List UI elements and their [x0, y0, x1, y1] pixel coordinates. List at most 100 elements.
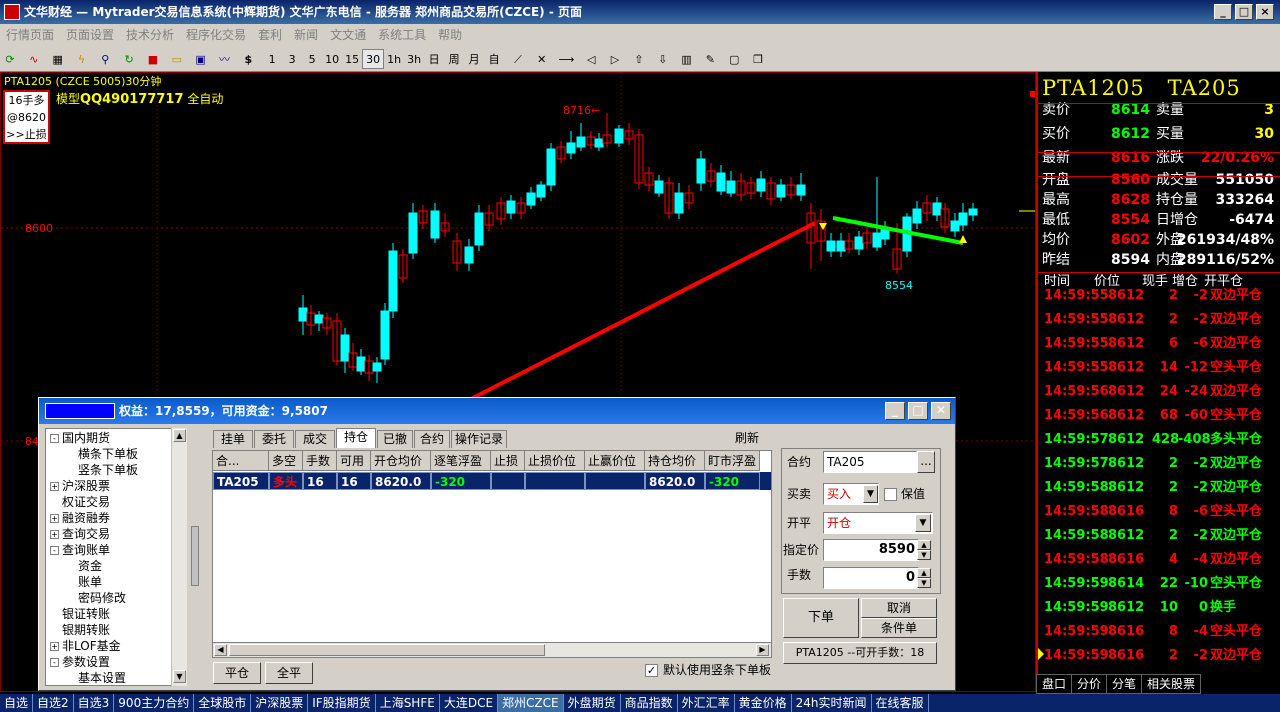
- tab-4[interactable]: 已撤: [377, 430, 413, 448]
- column-header[interactable]: 合...: [213, 451, 269, 471]
- column-header[interactable]: 逐笔浮盈: [431, 451, 491, 471]
- column-header[interactable]: 持仓均价: [645, 451, 705, 471]
- tree-node[interactable]: + 融资融券: [50, 510, 110, 526]
- column-header[interactable]: 止赢价位: [585, 451, 645, 471]
- contract-browse-button[interactable]: ...: [917, 451, 935, 473]
- hscroll-thumb[interactable]: [229, 644, 545, 656]
- price-down-icon[interactable]: ▼: [917, 550, 931, 560]
- grid-icon[interactable]: ▦: [48, 50, 68, 70]
- column-header[interactable]: 止损价位: [525, 451, 585, 471]
- market-tab-13[interactable]: 黄金价格: [735, 694, 792, 712]
- cancel-order-button[interactable]: 取消: [861, 598, 937, 618]
- tree-node[interactable]: 竖条下单板: [78, 462, 138, 478]
- market-tab-10[interactable]: 外盘期货: [564, 694, 621, 712]
- tree-node[interactable]: + 查询交易: [50, 526, 110, 542]
- bolt-icon[interactable]: ϟ: [71, 50, 91, 70]
- period-button-4[interactable]: 15: [342, 50, 362, 70]
- tree-node[interactable]: 资金: [78, 558, 102, 574]
- menu-item-5[interactable]: 新闻: [288, 24, 324, 46]
- expand-icon[interactable]: +: [50, 482, 59, 491]
- position-box[interactable]: 16手多 @8620 >>止损: [3, 90, 50, 144]
- menu-item-2[interactable]: 技术分析: [120, 24, 180, 46]
- default-vertical-checkbox[interactable]: ✓: [645, 664, 658, 677]
- market-tab-9[interactable]: 郑州CZCE: [498, 694, 564, 712]
- up-tool-icon[interactable]: ⇧: [629, 50, 649, 70]
- qty-down-icon[interactable]: ▼: [917, 578, 931, 588]
- save-icon[interactable]: ▣: [191, 50, 211, 70]
- period-button-8[interactable]: 日: [424, 50, 444, 70]
- expand-icon[interactable]: +: [50, 642, 59, 651]
- market-tab-4[interactable]: 全球股市: [194, 694, 252, 712]
- cross-tool-icon[interactable]: ✕: [532, 50, 552, 70]
- tree-node[interactable]: + 沪深股票: [50, 478, 110, 494]
- table-hscrollbar[interactable]: ◀ ▶: [212, 642, 772, 658]
- zoom-icon[interactable]: ⚲: [95, 50, 115, 70]
- menu-item-0[interactable]: 行情页面: [0, 24, 60, 46]
- draw-tool-icon[interactable]: ⟋: [508, 50, 528, 70]
- windows-icon[interactable]: ❐: [748, 50, 768, 70]
- down-tool-icon[interactable]: ⇩: [653, 50, 673, 70]
- cycle-icon[interactable]: ↻: [119, 50, 139, 70]
- collapse-icon[interactable]: -: [50, 546, 59, 555]
- close-button[interactable]: ×: [1256, 4, 1274, 20]
- column-header[interactable]: 开仓均价: [371, 451, 431, 471]
- period-button-1[interactable]: 3: [282, 50, 302, 70]
- tab-6[interactable]: 操作记录: [451, 430, 507, 448]
- period-button-2[interactable]: 5: [302, 50, 322, 70]
- tree-node[interactable]: - 参数设置: [50, 654, 110, 670]
- scroll-left-icon[interactable]: ◀: [214, 644, 227, 656]
- column-header[interactable]: 多空: [269, 451, 303, 471]
- trade-maximize-button[interactable]: □: [908, 402, 928, 420]
- place-order-button[interactable]: 下单: [783, 598, 859, 638]
- qty-field[interactable]: 0: [823, 567, 919, 589]
- period-button-9[interactable]: 周: [444, 50, 464, 70]
- menu-item-1[interactable]: 页面设置: [60, 24, 120, 46]
- trade-minimize-button[interactable]: _: [885, 402, 905, 420]
- hedge-checkbox[interactable]: [884, 488, 897, 501]
- market-tab-14[interactable]: 24h实时新闻: [792, 694, 872, 712]
- column-header[interactable]: 手数: [303, 451, 337, 471]
- tree-node[interactable]: - 国内期货: [50, 430, 110, 446]
- quote-tab-1[interactable]: 分价: [1071, 674, 1108, 694]
- bars-icon[interactable]: ▥: [677, 50, 697, 70]
- tree-node[interactable]: 银期转账: [50, 622, 110, 638]
- period-button-3[interactable]: 10: [322, 50, 342, 70]
- minimize-button[interactable]: _: [1214, 4, 1232, 20]
- expand-icon[interactable]: +: [50, 530, 59, 539]
- period-button-11[interactable]: 自: [484, 50, 504, 70]
- price-field[interactable]: 8590: [823, 539, 919, 561]
- close-position-button[interactable]: 平仓: [213, 662, 261, 684]
- dollar-icon[interactable]: $: [238, 50, 258, 70]
- period-button-6[interactable]: 1h: [384, 50, 404, 70]
- tree-node[interactable]: 账单: [78, 574, 102, 590]
- market-tab-3[interactable]: 900主力合约: [114, 694, 195, 712]
- open-close-dropdown-icon[interactable]: ▼: [915, 514, 931, 532]
- tab-2[interactable]: 成交: [295, 430, 335, 448]
- tree-node[interactable]: 密码修改: [78, 590, 126, 606]
- arrow-tool-icon[interactable]: ⟶: [556, 50, 578, 70]
- trend-icon[interactable]: 〰: [214, 50, 234, 70]
- scroll-up-icon[interactable]: ▲: [173, 429, 186, 442]
- prev-icon[interactable]: ◁: [581, 50, 601, 70]
- quote-tab-0[interactable]: 盘口: [1036, 674, 1073, 694]
- period-button-5[interactable]: 30: [362, 49, 385, 69]
- contract-field[interactable]: TA205: [823, 451, 917, 473]
- qty-up-icon[interactable]: ▲: [917, 568, 931, 578]
- quote-tab-3[interactable]: 相关股票: [1141, 674, 1202, 694]
- splitter-handle[interactable]: [191, 526, 199, 586]
- market-tab-6[interactable]: IF股指期货: [308, 694, 376, 712]
- tree-node[interactable]: 基本设置: [78, 670, 126, 685]
- close-all-button[interactable]: 全平: [265, 662, 313, 684]
- market-tab-8[interactable]: 大连DCE: [440, 694, 499, 712]
- stop-icon[interactable]: ■: [143, 50, 163, 70]
- market-tab-15[interactable]: 在线客服: [872, 694, 929, 712]
- market-tab-1[interactable]: 自选2: [33, 694, 74, 712]
- column-header[interactable]: 盯市浮盈: [705, 451, 760, 471]
- scroll-right-icon[interactable]: ▶: [756, 644, 769, 656]
- menu-item-4[interactable]: 套利: [252, 24, 288, 46]
- market-tab-5[interactable]: 沪深股票: [251, 694, 309, 712]
- collapse-icon[interactable]: -: [50, 658, 59, 667]
- maximize-button[interactable]: □: [1235, 4, 1253, 20]
- price-up-icon[interactable]: ▲: [917, 540, 931, 550]
- folder-icon[interactable]: ▭: [167, 50, 187, 70]
